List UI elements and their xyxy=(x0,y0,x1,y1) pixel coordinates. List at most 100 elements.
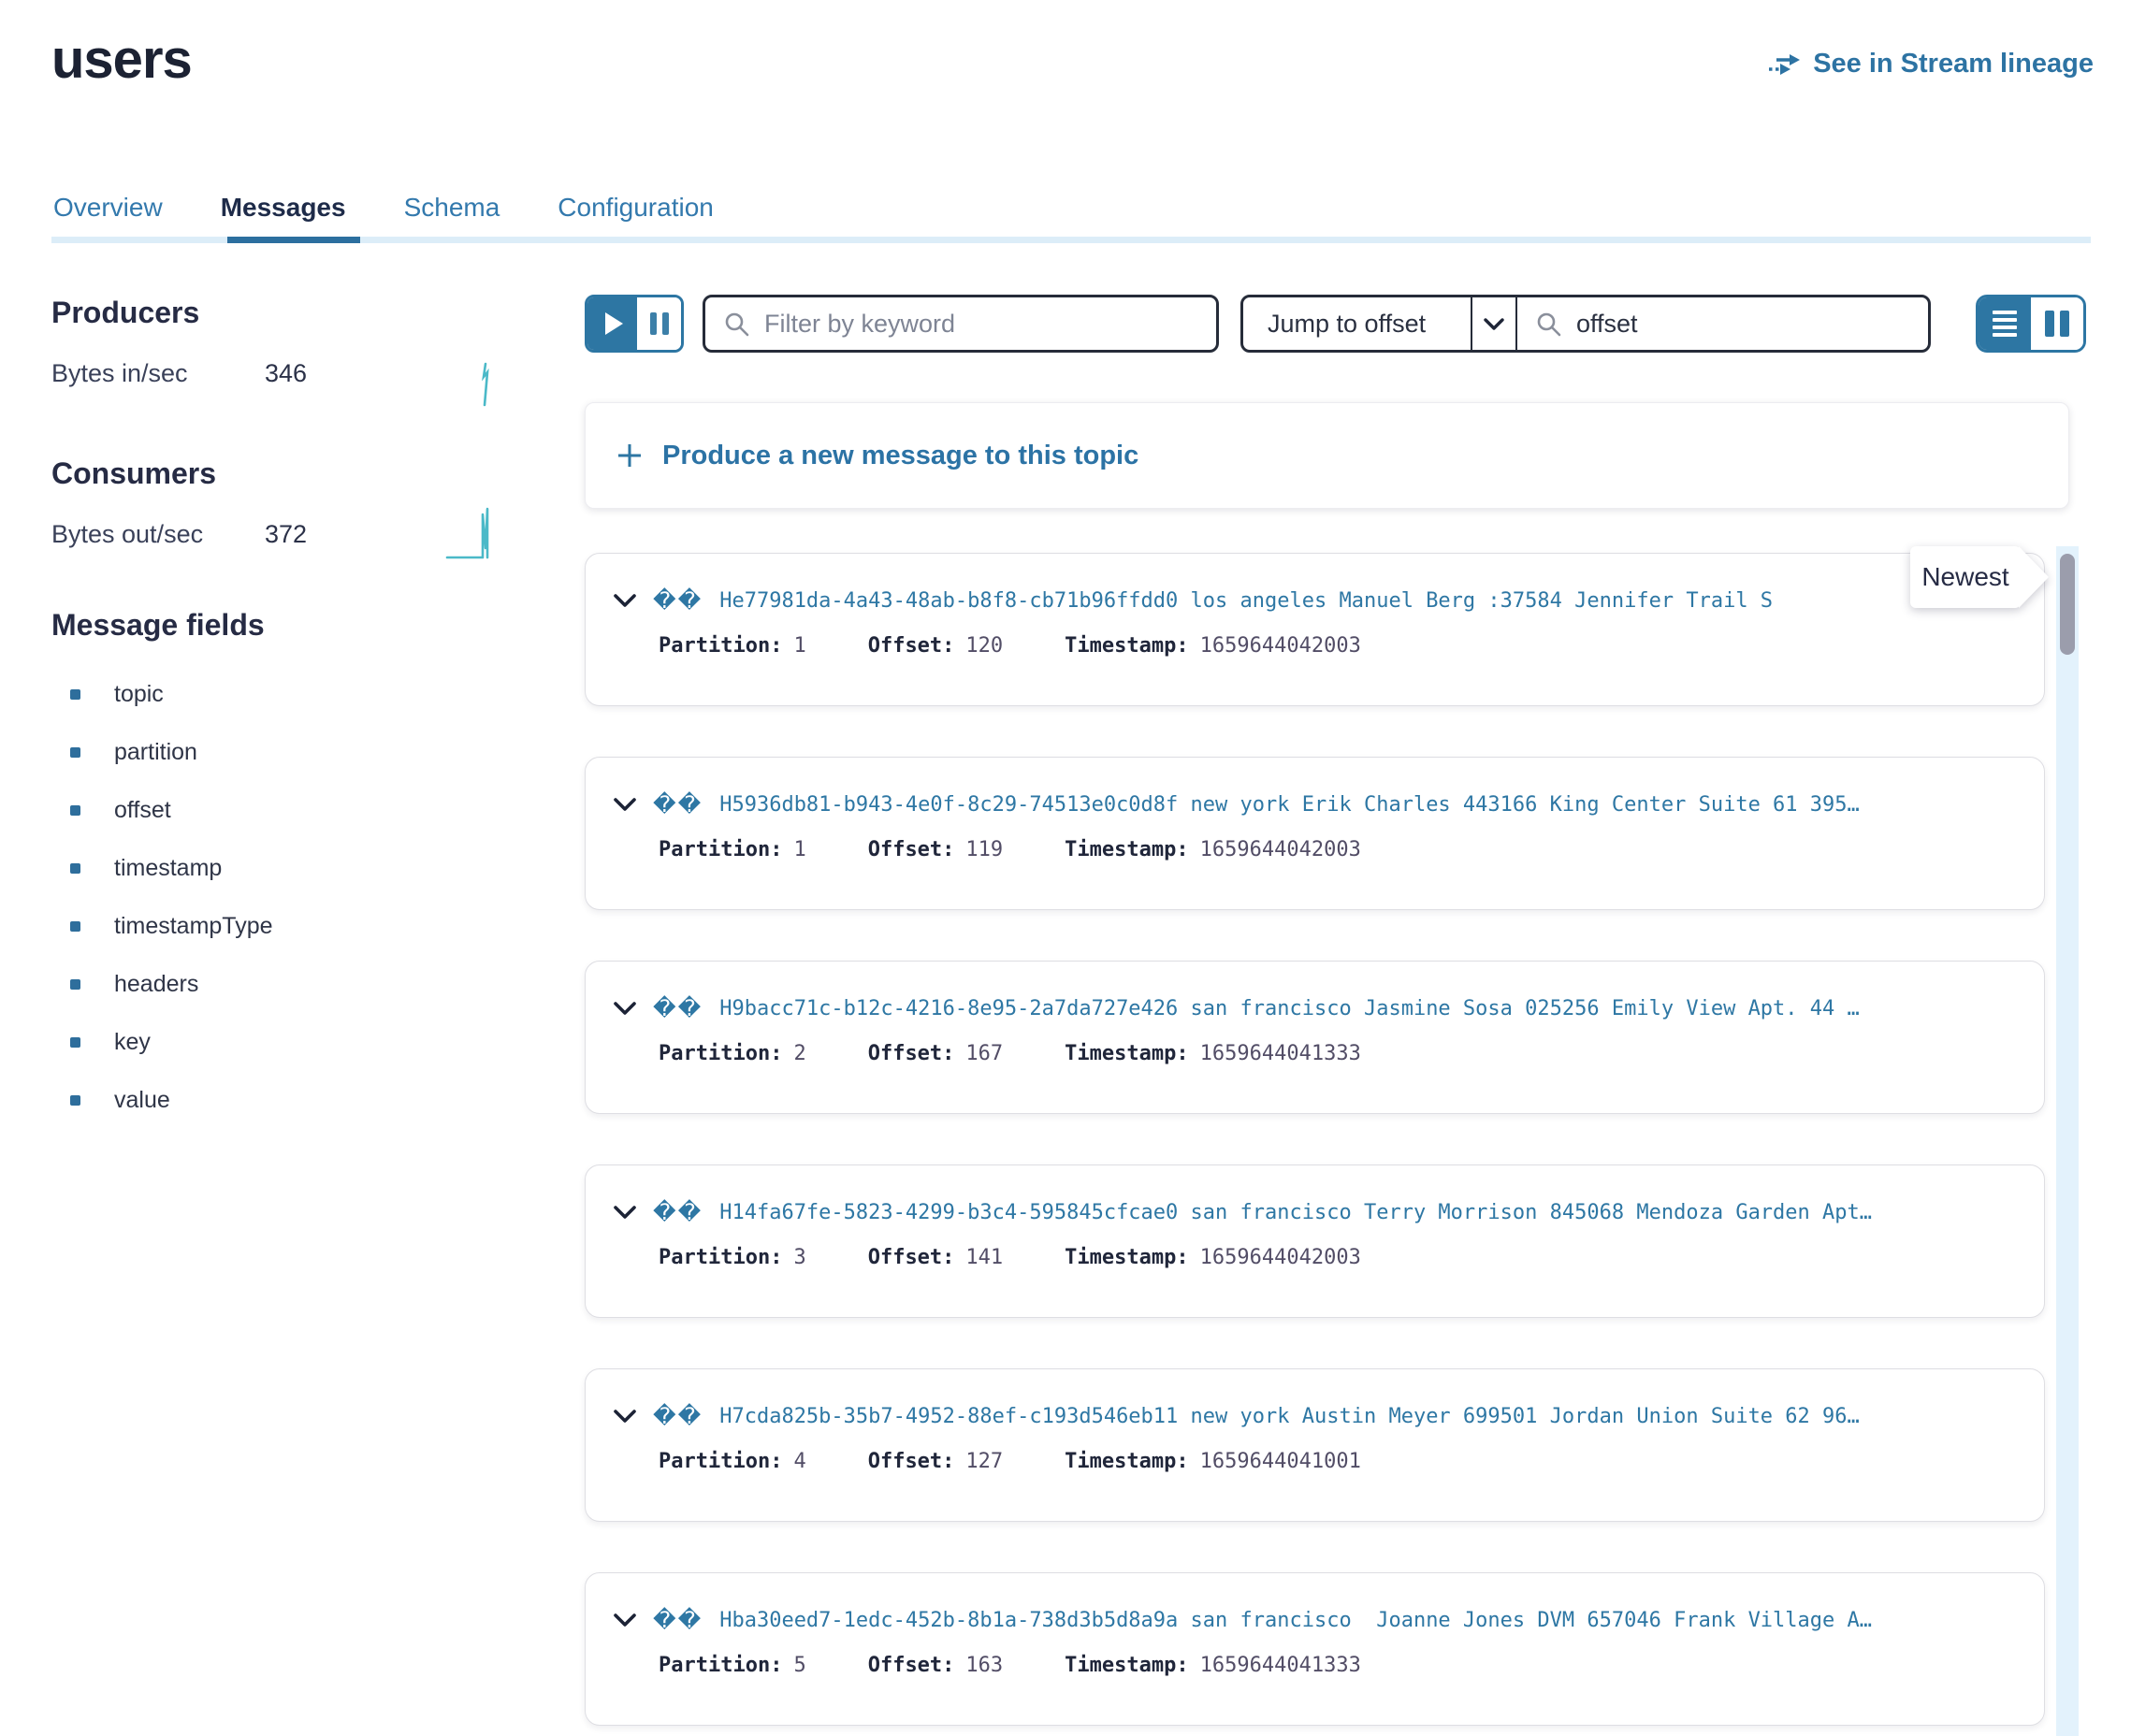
square-bullet-icon xyxy=(70,1037,80,1048)
scrollbar-thumb[interactable] xyxy=(2060,554,2075,655)
offset-value: 167 xyxy=(965,1042,1003,1065)
square-bullet-icon xyxy=(70,805,80,816)
chevron-down-icon[interactable] xyxy=(614,1002,636,1015)
column-view-button[interactable] xyxy=(2031,297,2083,350)
key-glyph-icon: �� xyxy=(653,587,703,614)
search-icon xyxy=(1536,311,1561,337)
page-title: users xyxy=(51,28,192,91)
list-view-button[interactable] xyxy=(1979,297,2031,350)
timestamp-value: 1659644042003 xyxy=(1200,1246,1361,1269)
topic-page: users See in Stream lineage Overview Mes… xyxy=(0,0,2131,1736)
message-meta: Partition:1 Offset:119 Timestamp:1659644… xyxy=(659,838,2018,861)
bytes-out-label: Bytes out/sec xyxy=(51,520,265,549)
tab-overview[interactable]: Overview xyxy=(53,193,163,223)
field-item-key[interactable]: key xyxy=(70,1023,273,1061)
timestamp-value: 1659644041333 xyxy=(1200,1654,1361,1677)
column-view-icon xyxy=(2045,311,2054,337)
play-button[interactable] xyxy=(587,297,637,350)
plus-icon xyxy=(616,441,644,470)
chevron-down-icon[interactable] xyxy=(614,1613,636,1627)
partition-value: 3 xyxy=(793,1246,805,1269)
keyword-filter-input[interactable] xyxy=(762,309,1197,340)
tab-configuration[interactable]: Configuration xyxy=(558,193,714,223)
message-key: H9bacc71c-b12c-4216-8e95-2a7da727e426 sa… xyxy=(719,997,2018,1020)
chevron-down-icon[interactable] xyxy=(614,1410,636,1423)
producers-metric-row: Bytes in/sec 346 xyxy=(51,359,444,388)
partition-value: 1 xyxy=(793,838,805,861)
message-row[interactable]: �� Hba30eed7-1edc-452b-8b1a-738d3b5d8a9a… xyxy=(585,1572,2045,1726)
view-mode-toggle xyxy=(1976,295,2086,353)
message-key: Hba30eed7-1edc-452b-8b1a-738d3b5d8a9a sa… xyxy=(719,1609,2018,1632)
jump-to-offset-control: Jump to offset xyxy=(1240,295,1931,353)
jump-mode-dropdown-button[interactable] xyxy=(1472,297,1515,350)
pause-button[interactable] xyxy=(637,297,681,350)
square-bullet-icon xyxy=(70,863,80,874)
tab-schema[interactable]: Schema xyxy=(404,193,500,223)
offset-input[interactable] xyxy=(1574,309,1909,340)
chevron-down-icon xyxy=(1484,318,1504,330)
key-glyph-icon: �� xyxy=(653,1607,703,1633)
list-view-icon xyxy=(1993,311,2017,314)
messages-list: �� He77981da-4a43-48ab-b8f8-cb71b96ffdd0… xyxy=(585,553,2045,1736)
offset-value: 119 xyxy=(965,838,1003,861)
field-item-offset[interactable]: offset xyxy=(70,791,273,829)
field-item-timestamp[interactable]: timestamp xyxy=(70,849,273,887)
messages-toolbar: Jump to offset xyxy=(585,295,2086,353)
message-fields-list: topic partition offset timestamp timesta… xyxy=(70,675,273,1139)
key-glyph-icon: �� xyxy=(653,791,703,817)
chevron-down-icon[interactable] xyxy=(614,798,636,811)
produce-message-button[interactable]: Produce a new message to this topic xyxy=(585,402,2069,509)
message-meta: Partition:4 Offset:127 Timestamp:1659644… xyxy=(659,1450,2018,1473)
field-item-partition[interactable]: partition xyxy=(70,733,273,771)
message-key: H14fa67fe-5823-4299-b3c4-595845cfcae0 sa… xyxy=(719,1201,2018,1224)
field-item-headers[interactable]: headers xyxy=(70,965,273,1003)
offset-search-field[interactable] xyxy=(1517,297,1928,350)
lineage-label: See in Stream lineage xyxy=(1813,49,2094,80)
field-item-value[interactable]: value xyxy=(70,1081,273,1119)
bytes-in-label: Bytes in/sec xyxy=(51,359,265,388)
field-item-timestampType[interactable]: timestampType xyxy=(70,907,273,945)
key-glyph-icon: �� xyxy=(653,1403,703,1429)
message-meta: Partition:2 Offset:167 Timestamp:1659644… xyxy=(659,1042,2018,1065)
square-bullet-icon xyxy=(70,921,80,932)
message-row[interactable]: �� H7cda825b-35b7-4952-88ef-c193d546eb11… xyxy=(585,1368,2045,1522)
search-icon xyxy=(724,311,749,337)
produce-message-label: Produce a new message to this topic xyxy=(662,441,1138,471)
newest-tooltip-label: Newest xyxy=(1921,562,2008,592)
message-meta: Partition:5 Offset:163 Timestamp:1659644… xyxy=(659,1654,2018,1677)
scrollbar-track[interactable] xyxy=(2056,546,2079,1736)
tab-bar: Overview Messages Schema Configuration xyxy=(53,193,714,223)
message-row[interactable]: �� He77981da-4a43-48ab-b8f8-cb71b96ffdd0… xyxy=(585,553,2045,706)
keyword-filter[interactable] xyxy=(703,295,1219,353)
tab-messages[interactable]: Messages xyxy=(221,193,346,223)
message-row[interactable]: �� H14fa67fe-5823-4299-b3c4-595845cfcae0… xyxy=(585,1165,2045,1318)
partition-value: 4 xyxy=(793,1450,805,1473)
bytes-in-sparkline xyxy=(475,361,496,408)
tab-active-underline xyxy=(227,237,360,243)
message-meta: Partition:3 Offset:141 Timestamp:1659644… xyxy=(659,1246,2018,1269)
bytes-in-value: 346 xyxy=(265,359,307,388)
lineage-arrow-icon xyxy=(1768,51,1802,78)
message-row[interactable]: �� H9bacc71c-b12c-4216-8e95-2a7da727e426… xyxy=(585,961,2045,1114)
newest-tooltip: Newest xyxy=(1910,546,2021,608)
consumers-heading: Consumers xyxy=(51,456,216,491)
message-fields-heading: Message fields xyxy=(51,608,265,643)
square-bullet-icon xyxy=(70,747,80,758)
chevron-down-icon[interactable] xyxy=(614,1206,636,1219)
message-row[interactable]: �� H5936db81-b943-4e0f-8c29-74513e0c0d8f… xyxy=(585,757,2045,910)
offset-value: 127 xyxy=(965,1450,1003,1473)
offset-value: 163 xyxy=(965,1654,1003,1677)
bytes-out-value: 372 xyxy=(265,520,307,549)
partition-value: 5 xyxy=(793,1654,805,1677)
offset-value: 141 xyxy=(965,1246,1003,1269)
timestamp-value: 1659644042003 xyxy=(1200,634,1361,658)
partition-value: 2 xyxy=(793,1042,805,1065)
jump-mode-select[interactable]: Jump to offset xyxy=(1243,297,1471,350)
chevron-down-icon[interactable] xyxy=(614,594,636,607)
field-item-topic[interactable]: topic xyxy=(70,675,273,713)
stream-lineage-link[interactable]: See in Stream lineage xyxy=(1768,49,2094,80)
producers-heading: Producers xyxy=(51,296,199,330)
square-bullet-icon xyxy=(70,689,80,700)
play-pause-toggle xyxy=(585,295,684,353)
message-key: H7cda825b-35b7-4952-88ef-c193d546eb11 ne… xyxy=(719,1405,2018,1428)
